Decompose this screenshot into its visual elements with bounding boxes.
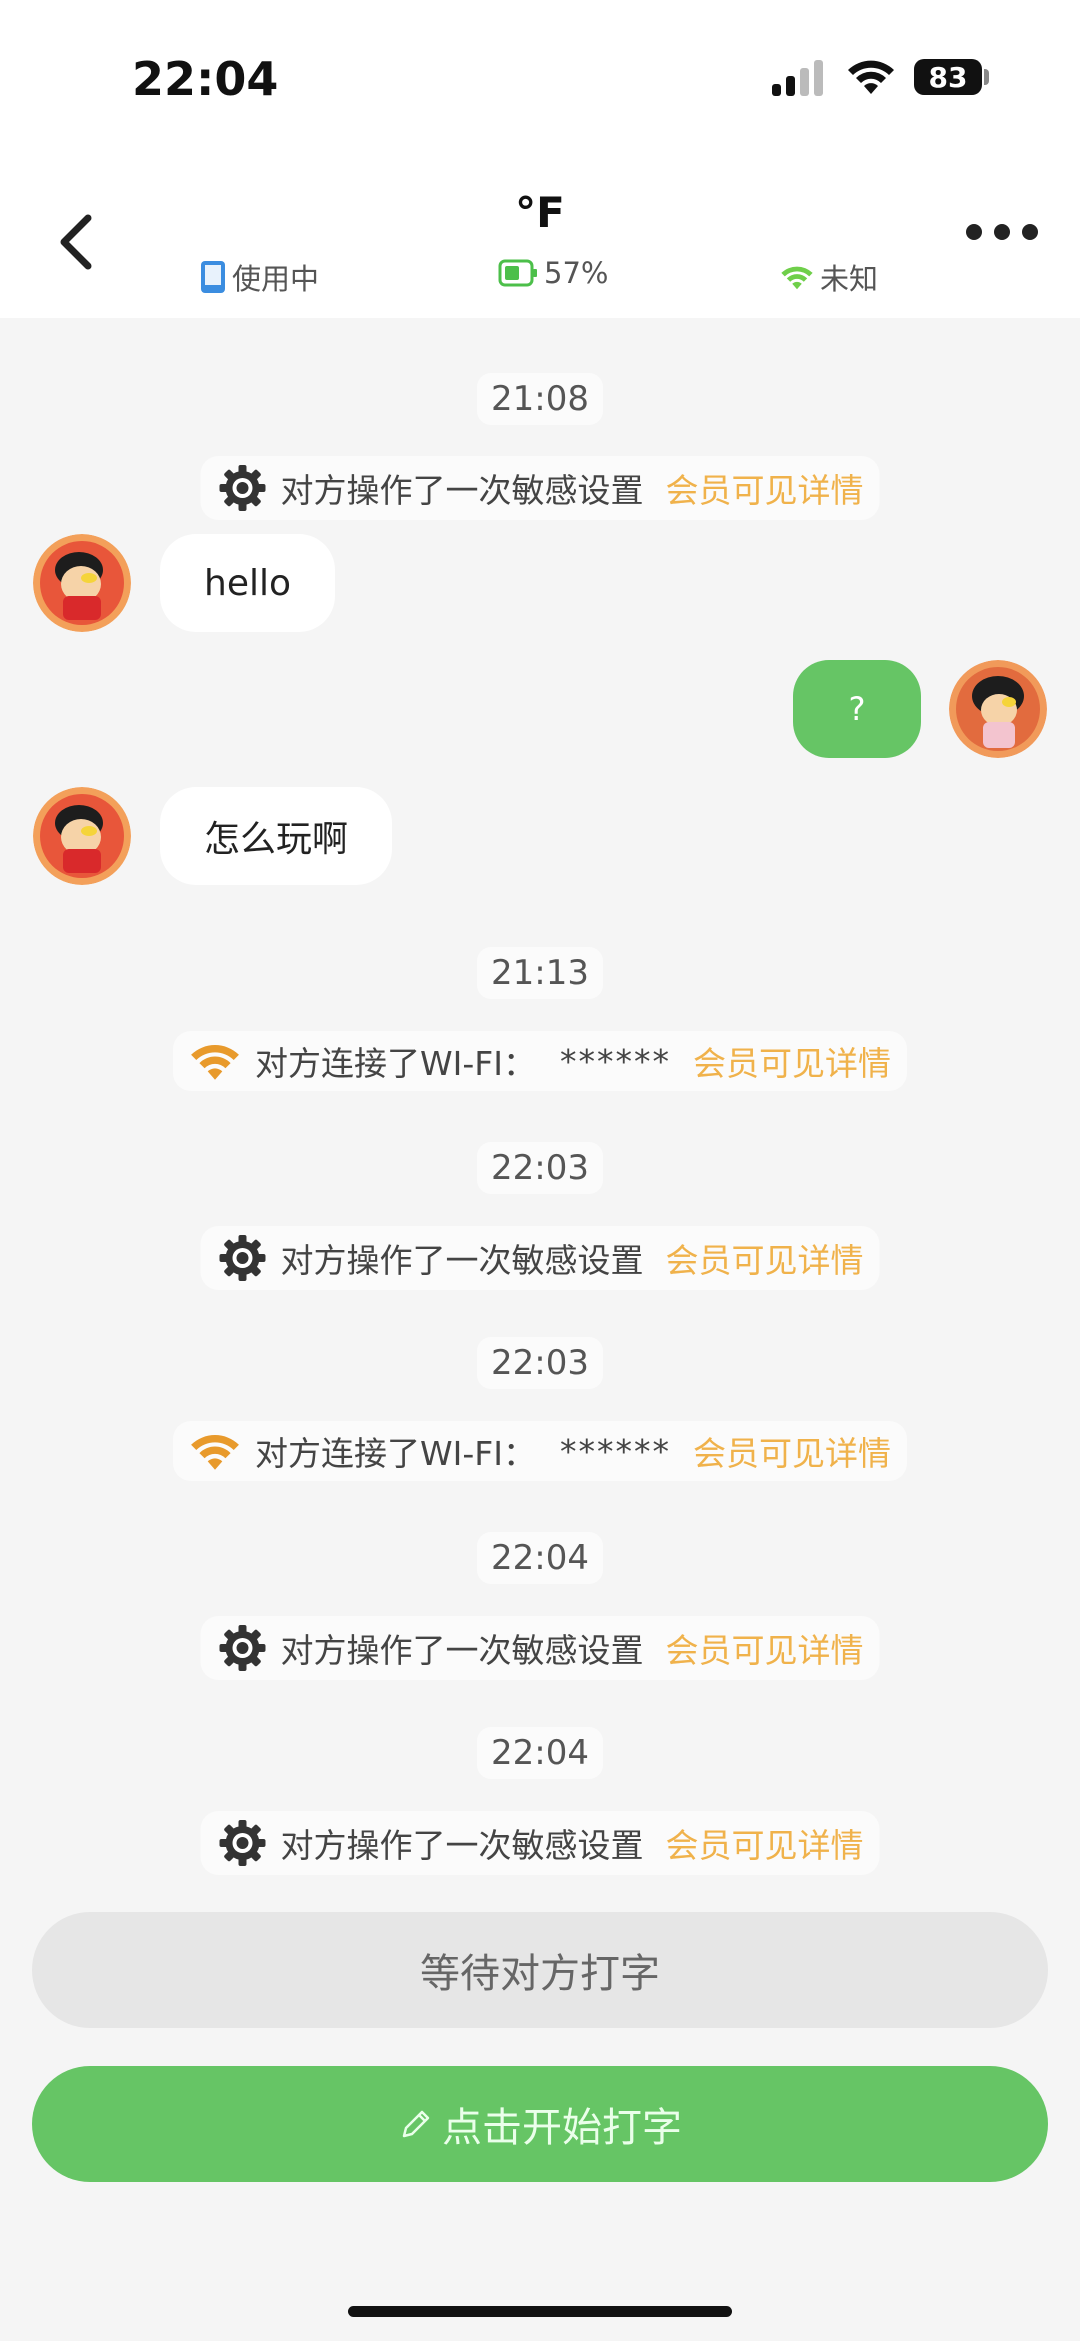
chat-header: °F 使用中 57% 未知: [0, 160, 1080, 318]
pencil-icon: [402, 2110, 430, 2138]
battery-status: 57%: [498, 256, 608, 290]
incoming-message[interactable]: 怎么玩啊: [160, 787, 393, 885]
masked-wifi-name: ******: [559, 1431, 671, 1471]
system-text: 对方操作了一次敏感设置: [280, 471, 644, 510]
system-text: 对方操作了一次敏感设置: [280, 1241, 644, 1280]
system-message: 对方连接了WI-FI： ****** 会员可见详情: [173, 1421, 907, 1481]
timestamp: 22:03: [477, 1142, 603, 1194]
phone-icon: [201, 261, 225, 293]
member-details-link[interactable]: 会员可见详情: [693, 1427, 891, 1475]
status-time: 22:04: [132, 52, 279, 106]
battery-level-label: 57%: [544, 256, 609, 290]
device-status: 使用中: [200, 256, 319, 298]
battery-indicator: 83: [914, 59, 982, 95]
settings-gear-icon: [219, 1820, 266, 1866]
system-message: 对方连接了WI-FI： ****** 会员可见详情: [173, 1031, 907, 1091]
contact-title: °F: [515, 188, 565, 237]
system-text: 对方连接了WI-FI：: [255, 1044, 536, 1083]
contact-avatar[interactable]: [33, 787, 131, 885]
start-typing-button[interactable]: 点击开始打字: [32, 2066, 1048, 2182]
settings-gear-icon: [219, 1625, 266, 1671]
wifi-status-icon: [848, 60, 894, 94]
member-details-link[interactable]: 会员可见详情: [666, 1819, 864, 1867]
timestamp: 21:08: [477, 373, 603, 425]
start-typing-label: 点击开始打字: [442, 2105, 682, 2151]
member-details-link[interactable]: 会员可见详情: [693, 1037, 891, 1085]
system-message: 对方操作了一次敏感设置 会员可见详情: [200, 1616, 880, 1680]
wifi-icon: [191, 1045, 239, 1080]
battery-icon: [498, 259, 537, 287]
timestamp: 21:13: [477, 947, 603, 999]
network-status: 未知: [780, 256, 878, 298]
device-status-label: 使用中: [232, 262, 320, 296]
settings-gear-icon: [219, 465, 266, 511]
user-avatar[interactable]: [949, 660, 1047, 758]
chat-area[interactable]: 21:08 对方操作了一次敏感设置 会员可见详情 hello ? 怎么玩啊 21…: [0, 318, 1080, 1898]
network-label: 未知: [820, 262, 879, 296]
system-message: 对方操作了一次敏感设置 会员可见详情: [200, 1811, 880, 1875]
contact-avatar[interactable]: [33, 534, 131, 632]
outgoing-message[interactable]: ?: [793, 660, 921, 758]
system-message: 对方操作了一次敏感设置 会员可见详情: [200, 1226, 880, 1290]
waiting-for-typing-button[interactable]: 等待对方打字: [32, 1912, 1048, 2028]
wifi-icon: [781, 266, 813, 290]
incoming-message[interactable]: hello: [160, 534, 335, 632]
masked-wifi-name: ******: [559, 1041, 671, 1081]
member-details-link[interactable]: 会员可见详情: [666, 1234, 864, 1282]
settings-gear-icon: [219, 1235, 266, 1281]
waiting-label: 等待对方打字: [420, 1951, 660, 1997]
system-message: 对方操作了一次敏感设置 会员可见详情: [200, 456, 880, 520]
timestamp: 22:04: [477, 1727, 603, 1779]
home-indicator[interactable]: [348, 2306, 732, 2317]
member-details-link[interactable]: 会员可见详情: [666, 1624, 864, 1672]
cellular-signal-icon: [772, 60, 832, 96]
timestamp: 22:04: [477, 1532, 603, 1584]
system-text: 对方连接了WI-FI：: [255, 1434, 536, 1473]
wifi-icon: [191, 1435, 239, 1470]
timestamp: 22:03: [477, 1337, 603, 1389]
battery-cap: [984, 69, 989, 85]
system-text: 对方操作了一次敏感设置: [280, 1631, 644, 1670]
member-details-link[interactable]: 会员可见详情: [666, 464, 864, 512]
system-text: 对方操作了一次敏感设置: [280, 1826, 644, 1865]
status-bar: 22:04 83: [0, 0, 1080, 160]
more-options-icon[interactable]: [966, 224, 1038, 242]
